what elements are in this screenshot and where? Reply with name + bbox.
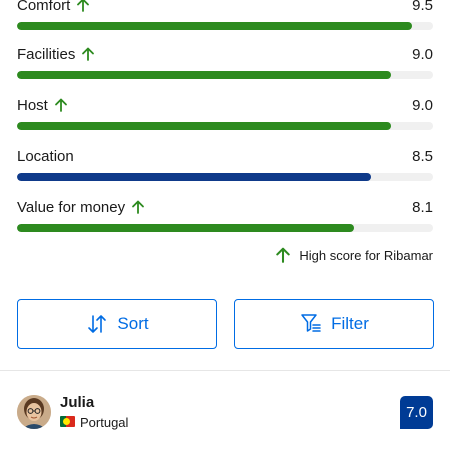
score-row-facilities: Facilities 9.0	[17, 43, 433, 79]
score-row-location: Location 8.5	[17, 145, 433, 181]
up-arrow-icon	[77, 0, 90, 12]
score-label: Location	[17, 147, 74, 165]
avatar-image	[17, 395, 51, 429]
score-value: 8.1	[412, 198, 433, 216]
score-label: Host	[17, 96, 48, 114]
score-row-value-for-money: Value for money 8.1	[17, 196, 433, 232]
score-value: 9.0	[412, 45, 433, 63]
score-label: Value for money	[17, 198, 126, 216]
score-bar-fill	[17, 173, 371, 181]
up-arrow-icon	[276, 247, 291, 263]
score-value: 9.5	[412, 0, 433, 14]
up-arrow-icon	[54, 98, 67, 112]
filter-funnel-icon	[301, 314, 321, 332]
portugal-flag-icon	[60, 416, 75, 427]
score-bar	[17, 22, 433, 30]
score-bar-fill	[17, 71, 392, 79]
score-bar	[17, 224, 433, 232]
score-bar-fill	[17, 22, 413, 30]
review-card[interactable]: Julia Portugal 7.0	[17, 394, 433, 434]
up-arrow-icon	[82, 47, 95, 61]
score-row-comfort: Comfort 9.5	[17, 0, 433, 30]
score-value: 9.0	[412, 96, 433, 114]
sort-label: Sort	[117, 314, 149, 333]
score-label: Facilities	[17, 45, 76, 63]
reviewer-name: Julia	[60, 394, 95, 411]
score-bar-fill	[17, 122, 392, 130]
up-arrow-icon	[132, 200, 145, 214]
score-bar	[17, 71, 433, 79]
reviewer-country: Portugal	[80, 415, 129, 430]
high-score-text: High score for Ribamar	[299, 247, 433, 263]
high-score-note: High score for Ribamar	[275, 247, 433, 263]
score-label: Comfort	[17, 0, 71, 14]
filter-button[interactable]: Filter	[234, 299, 434, 349]
divider	[0, 370, 450, 371]
sort-button[interactable]: Sort	[17, 299, 217, 349]
avatar[interactable]	[17, 395, 51, 429]
filter-label: Filter	[331, 314, 369, 333]
score-value: 8.5	[412, 147, 433, 165]
score-bar	[17, 173, 433, 181]
review-score-badge: 7.0	[400, 396, 433, 429]
score-bar	[17, 122, 433, 130]
sort-arrows-icon	[88, 315, 107, 333]
score-bar-fill	[17, 224, 354, 232]
score-row-host: Host 9.0	[17, 94, 433, 130]
